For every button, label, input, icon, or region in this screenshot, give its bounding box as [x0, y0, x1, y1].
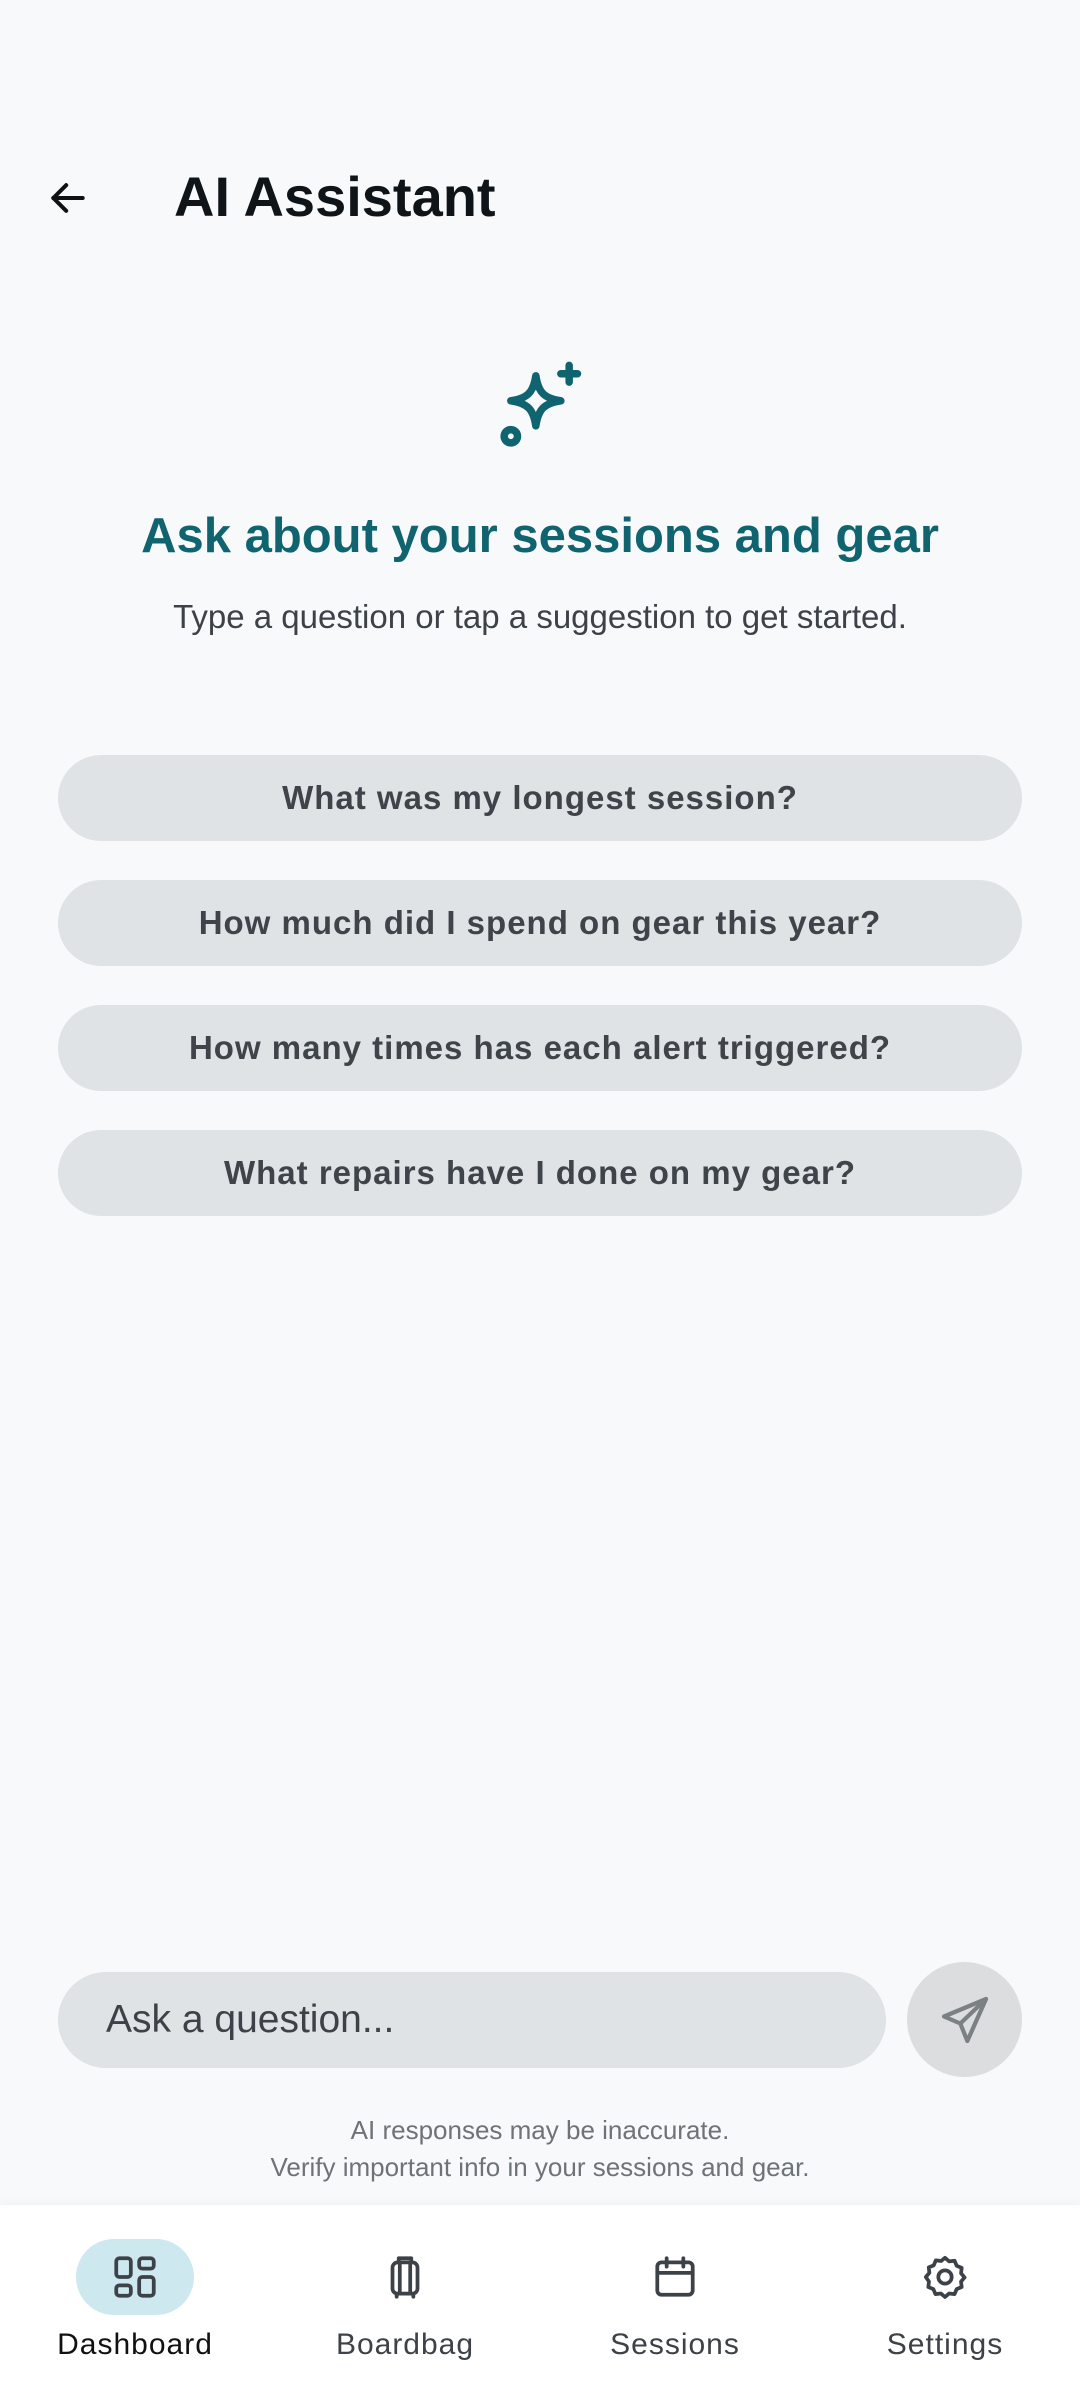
nav-label: Dashboard — [57, 2328, 213, 2361]
nav-label: Settings — [886, 2328, 1004, 2361]
empty-state: Ask about your sessions and gear Type a … — [0, 355, 1080, 636]
app-header: AI Assistant — [0, 140, 1080, 250]
nav-label: Sessions — [610, 2328, 740, 2361]
empty-state-subtitle: Type a question or tap a suggestion to g… — [173, 598, 907, 635]
nav-icon-wrap — [616, 2239, 734, 2315]
empty-state-title: Ask about your sessions and gear — [141, 509, 939, 563]
suggestion-chip[interactable]: How many times has each alert triggered? — [58, 1005, 1022, 1091]
nav-item-boardbag[interactable]: Boardbag — [270, 2205, 540, 2400]
nav-icon-wrap — [886, 2239, 1004, 2315]
back-button[interactable] — [30, 160, 105, 235]
sparkle-icon — [500, 361, 582, 447]
bottom-navigation: Dashboard Boardbag Sessions Settings — [0, 2205, 1080, 2400]
arrow-left-icon — [50, 182, 85, 213]
dashboard-icon — [114, 2256, 156, 2298]
send-icon — [941, 1996, 988, 2043]
nav-active-indicator — [76, 2239, 194, 2315]
nav-item-sessions[interactable]: Sessions — [540, 2205, 810, 2400]
suggestion-chip[interactable]: How much did I spend on gear this year? — [58, 880, 1022, 966]
suggestion-chip[interactable]: What repairs have I done on my gear? — [58, 1130, 1022, 1216]
gear-icon — [923, 2255, 967, 2299]
nav-item-dashboard[interactable]: Dashboard — [0, 2205, 270, 2400]
suggestion-list: What was my longest session? How much di… — [58, 755, 1022, 1255]
message-composer — [58, 1962, 1022, 2077]
nav-item-settings[interactable]: Settings — [810, 2205, 1080, 2400]
send-button[interactable] — [907, 1962, 1022, 2077]
disclaimer-line: Verify important info in your sessions a… — [270, 2152, 810, 2182]
suggestion-chip[interactable]: What was my longest session? — [58, 755, 1022, 841]
nav-icon-wrap — [346, 2239, 464, 2315]
disclaimer-line: AI responses may be inaccurate. — [350, 2115, 730, 2145]
question-input[interactable] — [58, 1972, 886, 2068]
ai-disclaimer: AI responses may be inaccurate. Verify i… — [0, 2112, 1080, 2186]
calendar-icon — [655, 2256, 695, 2297]
nav-label: Boardbag — [335, 2328, 475, 2361]
luggage-icon — [390, 2256, 420, 2299]
page-title: AI Assistant — [174, 165, 496, 228]
